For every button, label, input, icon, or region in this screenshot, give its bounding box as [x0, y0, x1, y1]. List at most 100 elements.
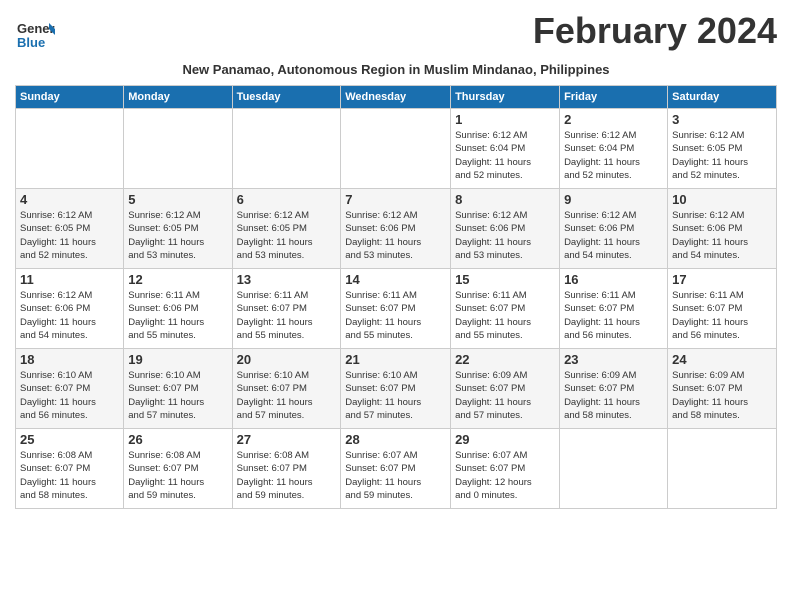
day-number: 9	[564, 192, 663, 207]
day-number: 6	[237, 192, 337, 207]
day-info: Sunrise: 6:12 AMSunset: 6:05 PMDaylight:…	[237, 209, 337, 262]
calendar-cell	[16, 109, 124, 189]
day-number: 20	[237, 352, 337, 367]
month-title: February 2024	[533, 10, 777, 52]
calendar-cell: 9 Sunrise: 6:12 AMSunset: 6:06 PMDaylight…	[560, 189, 668, 269]
day-info: Sunrise: 6:12 AMSunset: 6:05 PMDaylight:…	[672, 129, 772, 182]
day-info: Sunrise: 6:11 AMSunset: 6:07 PMDaylight:…	[672, 289, 772, 342]
calendar-cell: 5Sunrise: 6:12 AMSunset: 6:05 PMDaylight…	[124, 189, 232, 269]
day-number: 13	[237, 272, 337, 287]
logo: General Blue	[15, 15, 59, 60]
col-header-saturday: Saturday	[668, 86, 777, 109]
day-number: 10	[672, 192, 772, 207]
day-number: 27	[237, 432, 337, 447]
calendar-cell	[668, 429, 777, 509]
day-info: Sunrise: 6:12 AMSunset: 6:05 PMDaylight:…	[20, 209, 119, 262]
day-info: Sunrise: 6:10 AMSunset: 6:07 PMDaylight:…	[237, 369, 337, 422]
day-info: Sunrise: 6:12 AMSunset: 6:05 PMDaylight:…	[128, 209, 227, 262]
day-number: 23	[564, 352, 663, 367]
day-info: Sunrise: 6:07 AMSunset: 6:07 PMDaylight:…	[345, 449, 446, 502]
calendar-cell	[124, 109, 232, 189]
calendar-cell: 25 Sunrise: 6:08 AMSunset: 6:07 PMDayligh…	[16, 429, 124, 509]
day-info: Sunrise: 6:11 AMSunset: 6:06 PMDaylight:…	[128, 289, 227, 342]
day-info: Sunrise: 6:11 AMSunset: 6:07 PMDaylight:…	[564, 289, 663, 342]
calendar-cell: 7 Sunrise: 6:12 AMSunset: 6:06 PMDaylight…	[341, 189, 451, 269]
day-number: 15	[455, 272, 555, 287]
day-info: Sunrise: 6:08 AMSunset: 6:07 PMDaylight:…	[20, 449, 119, 502]
day-number: 17	[672, 272, 772, 287]
day-info: Sunrise: 6:12 AMSunset: 6:04 PMDaylight:…	[564, 129, 663, 182]
calendar-cell: 15 Sunrise: 6:11 AMSunset: 6:07 PMDayligh…	[451, 269, 560, 349]
calendar-cell: 18 Sunrise: 6:10 AMSunset: 6:07 PMDayligh…	[16, 349, 124, 429]
day-number: 26	[128, 432, 227, 447]
day-info: Sunrise: 6:12 AMSunset: 6:06 PMDaylight:…	[672, 209, 772, 262]
day-info: Sunrise: 6:07 AMSunset: 6:07 PMDaylight:…	[455, 449, 555, 502]
day-number: 21	[345, 352, 446, 367]
calendar-cell: 16Sunrise: 6:11 AMSunset: 6:07 PMDayligh…	[560, 269, 668, 349]
day-info: Sunrise: 6:12 AMSunset: 6:06 PMDaylight:…	[455, 209, 555, 262]
day-number: 18	[20, 352, 119, 367]
day-number: 8	[455, 192, 555, 207]
day-info: Sunrise: 6:08 AMSunset: 6:07 PMDaylight:…	[237, 449, 337, 502]
col-header-thursday: Thursday	[451, 86, 560, 109]
day-number: 22	[455, 352, 555, 367]
calendar-cell: 19 Sunrise: 6:10 AMSunset: 6:07 PMDayligh…	[124, 349, 232, 429]
calendar-cell: 3 Sunrise: 6:12 AMSunset: 6:05 PMDaylight…	[668, 109, 777, 189]
calendar-cell: 29 Sunrise: 6:07 AMSunset: 6:07 PMDayligh…	[451, 429, 560, 509]
day-info: Sunrise: 6:09 AMSunset: 6:07 PMDaylight:…	[564, 369, 663, 422]
day-number: 28	[345, 432, 446, 447]
day-number: 19	[128, 352, 227, 367]
col-header-friday: Friday	[560, 86, 668, 109]
calendar-cell: 12 Sunrise: 6:11 AMSunset: 6:06 PMDayligh…	[124, 269, 232, 349]
logo-icon: General Blue	[15, 15, 55, 55]
calendar-cell	[560, 429, 668, 509]
calendar-cell: 24 Sunrise: 6:09 AMSunset: 6:07 PMDayligh…	[668, 349, 777, 429]
day-info: Sunrise: 6:09 AMSunset: 6:07 PMDaylight:…	[672, 369, 772, 422]
page-subtitle: New Panamao, Autonomous Region in Muslim…	[15, 62, 777, 77]
calendar-cell: 8 Sunrise: 6:12 AMSunset: 6:06 PMDaylight…	[451, 189, 560, 269]
day-info: Sunrise: 6:10 AMSunset: 6:07 PMDaylight:…	[345, 369, 446, 422]
calendar-cell: 21 Sunrise: 6:10 AMSunset: 6:07 PMDayligh…	[341, 349, 451, 429]
col-header-wednesday: Wednesday	[341, 86, 451, 109]
day-number: 14	[345, 272, 446, 287]
day-number: 29	[455, 432, 555, 447]
col-header-sunday: Sunday	[16, 86, 124, 109]
day-number: 3	[672, 112, 772, 127]
calendar-cell: 6 Sunrise: 6:12 AMSunset: 6:05 PMDaylight…	[232, 189, 341, 269]
calendar-cell: 27 Sunrise: 6:08 AMSunset: 6:07 PMDayligh…	[232, 429, 341, 509]
day-number: 4	[20, 192, 119, 207]
calendar-cell: 23 Sunrise: 6:09 AMSunset: 6:07 PMDayligh…	[560, 349, 668, 429]
calendar-table: SundayMondayTuesdayWednesdayThursdayFrid…	[15, 85, 777, 509]
calendar-cell: 26 Sunrise: 6:08 AMSunset: 6:07 PMDayligh…	[124, 429, 232, 509]
calendar-cell: 1 Sunrise: 6:12 AMSunset: 6:04 PMDaylight…	[451, 109, 560, 189]
day-number: 24	[672, 352, 772, 367]
calendar-cell: 22 Sunrise: 6:09 AMSunset: 6:07 PMDayligh…	[451, 349, 560, 429]
day-info: Sunrise: 6:10 AMSunset: 6:07 PMDaylight:…	[20, 369, 119, 422]
day-info: Sunrise: 6:09 AMSunset: 6:07 PMDaylight:…	[455, 369, 555, 422]
day-number: 25	[20, 432, 119, 447]
day-info: Sunrise: 6:11 AMSunset: 6:07 PMDaylight:…	[455, 289, 555, 342]
calendar-cell: 20 Sunrise: 6:10 AMSunset: 6:07 PMDayligh…	[232, 349, 341, 429]
day-info: Sunrise: 6:11 AMSunset: 6:07 PMDaylight:…	[345, 289, 446, 342]
day-number: 7	[345, 192, 446, 207]
calendar-cell: 13 Sunrise: 6:11 AMSunset: 6:07 PMDayligh…	[232, 269, 341, 349]
calendar-cell: 17 Sunrise: 6:11 AMSunset: 6:07 PMDayligh…	[668, 269, 777, 349]
day-number: 12	[128, 272, 227, 287]
day-info: Sunrise: 6:12 AMSunset: 6:06 PMDaylight:…	[564, 209, 663, 262]
day-number: 2	[564, 112, 663, 127]
calendar-cell: 2 Sunrise: 6:12 AMSunset: 6:04 PMDaylight…	[560, 109, 668, 189]
day-info: Sunrise: 6:11 AMSunset: 6:07 PMDaylight:…	[237, 289, 337, 342]
day-info: Sunrise: 6:12 AMSunset: 6:04 PMDaylight:…	[455, 129, 555, 182]
col-header-tuesday: Tuesday	[232, 86, 341, 109]
calendar-cell	[232, 109, 341, 189]
day-info: Sunrise: 6:12 AMSunset: 6:06 PMDaylight:…	[345, 209, 446, 262]
day-number: 11	[20, 272, 119, 287]
day-info: Sunrise: 6:08 AMSunset: 6:07 PMDaylight:…	[128, 449, 227, 502]
day-info: Sunrise: 6:12 AMSunset: 6:06 PMDaylight:…	[20, 289, 119, 342]
day-number: 1	[455, 112, 555, 127]
calendar-cell: 10 Sunrise: 6:12 AMSunset: 6:06 PMDayligh…	[668, 189, 777, 269]
calendar-cell	[341, 109, 451, 189]
day-info: Sunrise: 6:10 AMSunset: 6:07 PMDaylight:…	[128, 369, 227, 422]
col-header-monday: Monday	[124, 86, 232, 109]
calendar-cell: 11 Sunrise: 6:12 AMSunset: 6:06 PMDayligh…	[16, 269, 124, 349]
